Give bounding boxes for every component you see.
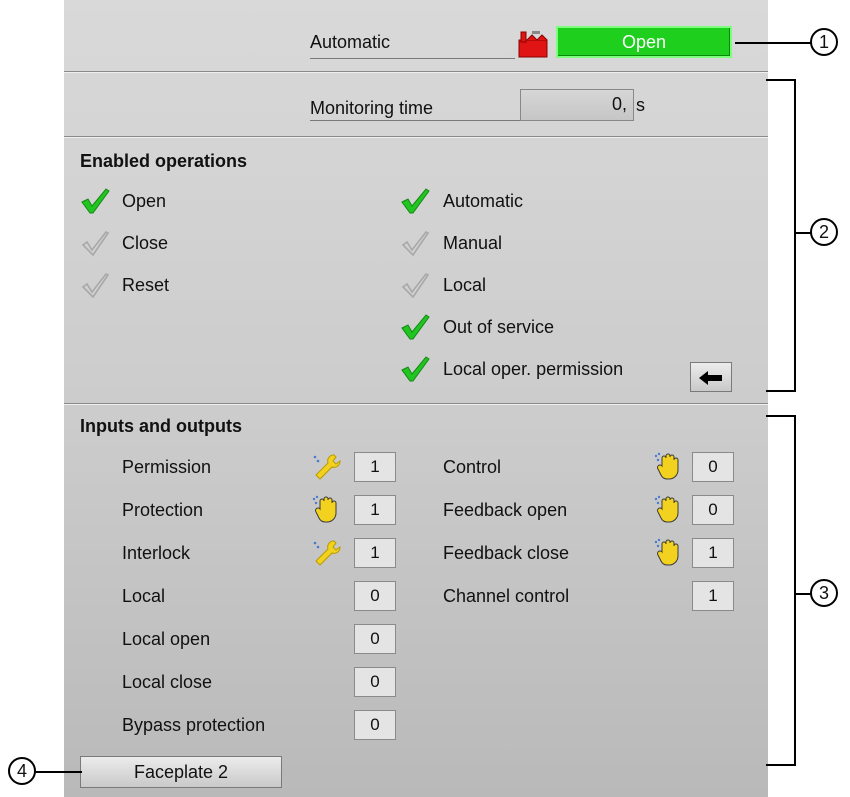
operation-local-oper-permission: Local oper. permission <box>443 359 624 379</box>
io-label-protection: Protection <box>122 500 204 520</box>
check-disabled-icon <box>400 229 430 257</box>
local-oper-permission-button[interactable] <box>690 362 732 392</box>
hand-icon <box>312 495 342 525</box>
io-label-control: Control <box>443 457 502 477</box>
operation-open: Open <box>122 191 167 211</box>
divider <box>64 71 768 73</box>
io-value-protection: 1 <box>354 495 396 525</box>
callout-2: 2 <box>810 218 838 246</box>
io-value-local-open: 0 <box>354 624 396 654</box>
operation-manual: Manual <box>443 233 503 253</box>
divider <box>64 136 768 138</box>
check-disabled-icon <box>80 271 110 299</box>
operation-automatic: Automatic <box>443 191 524 211</box>
io-label-channel-control: Channel control <box>443 586 570 606</box>
operation-reset: Reset <box>122 275 170 295</box>
inputs-outputs-title: Inputs and outputs <box>80 416 242 436</box>
monitoring-time-unit: s <box>636 95 645 115</box>
io-label-feedback-open: Feedback open <box>443 500 568 520</box>
io-value-bypass-protection: 0 <box>354 710 396 740</box>
divider <box>64 403 768 405</box>
wrench-icon <box>312 452 342 482</box>
callout-line <box>34 771 82 773</box>
plant-icon <box>518 28 548 58</box>
monitoring-time-label: Monitoring time <box>310 98 434 118</box>
wrench-icon <box>312 538 342 568</box>
monitoring-underline <box>310 120 520 121</box>
enabled-operations-title: Enabled operations <box>80 151 248 171</box>
operation-close: Close <box>122 233 169 253</box>
mode-label: Automatic <box>310 32 391 52</box>
mode-underline <box>310 58 515 59</box>
io-label-local-close: Local close <box>122 672 213 692</box>
monitoring-time-value: 0, <box>611 94 627 114</box>
status-display: Open <box>556 26 732 58</box>
callout-bracket <box>766 415 796 766</box>
io-value-local: 0 <box>354 581 396 611</box>
check-disabled-icon <box>80 229 110 257</box>
hand-icon <box>654 495 684 525</box>
io-value-feedback-close: 1 <box>692 538 734 568</box>
callout-1: 1 <box>810 28 838 56</box>
check-enabled-icon <box>80 187 110 215</box>
callout-3: 3 <box>810 579 838 607</box>
io-label-local-open: Local open <box>122 629 211 649</box>
faceplate-2-button[interactable]: Faceplate 2 <box>80 756 282 788</box>
callout-4: 4 <box>8 757 36 785</box>
check-enabled-icon <box>400 187 430 215</box>
io-value-local-close: 0 <box>354 667 396 697</box>
hand-icon <box>654 452 684 482</box>
io-label-bypass-protection: Bypass protection <box>122 715 266 735</box>
io-label-local: Local <box>122 586 166 606</box>
arrow-left-icon <box>699 371 722 385</box>
io-value-permission: 1 <box>354 452 396 482</box>
operation-local: Local <box>443 275 487 295</box>
monitoring-time-field[interactable]: 0, <box>520 89 634 121</box>
check-enabled-icon <box>400 355 430 383</box>
operation-out-of-service: Out of service <box>443 317 555 337</box>
check-enabled-icon <box>400 313 430 341</box>
io-label-interlock: Interlock <box>122 543 191 563</box>
check-disabled-icon <box>400 271 430 299</box>
callout-bracket <box>766 79 796 392</box>
io-label-permission: Permission <box>122 457 212 477</box>
io-value-channel-control: 1 <box>692 581 734 611</box>
hand-icon <box>654 538 684 568</box>
io-value-control: 0 <box>692 452 734 482</box>
callout-line <box>735 42 821 44</box>
io-label-feedback-close: Feedback close <box>443 543 570 563</box>
io-value-feedback-open: 0 <box>692 495 734 525</box>
io-value-interlock: 1 <box>354 538 396 568</box>
